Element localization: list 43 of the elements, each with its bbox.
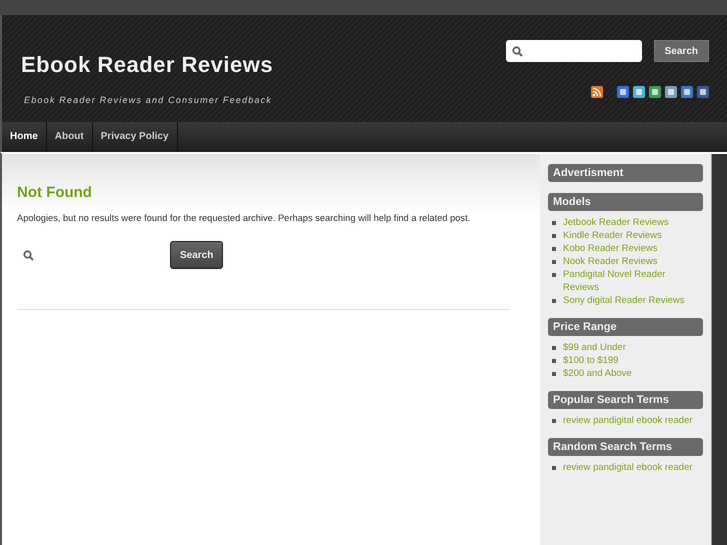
bullet-icon (552, 346, 556, 350)
bullet-icon (552, 221, 556, 225)
social-icon[interactable] (665, 86, 677, 98)
sidebar-link[interactable]: Pandigital Novel Reader Reviews (563, 268, 697, 294)
sidebar-link[interactable]: Sony digital Reader Reviews (563, 294, 684, 307)
widget-title: Popular Search Terms (548, 391, 703, 409)
social-icon[interactable] (633, 86, 645, 98)
sidebar-link[interactable]: $99 and Under (563, 341, 626, 354)
widget-title: Random Search Terms (548, 438, 703, 456)
bullet-icon (552, 260, 556, 264)
search-icon (512, 46, 523, 56)
bullet-icon (552, 299, 556, 303)
bullet-icon (552, 419, 556, 423)
search-button[interactable]: Search (654, 40, 709, 62)
site-title[interactable]: Ebook Reader Reviews (21, 52, 274, 78)
widget-title: Price Range (548, 318, 703, 336)
sidebar-link[interactable]: review pandigital ebook reader (563, 414, 692, 427)
bullet-icon (552, 234, 556, 238)
widget-title: Models (548, 193, 703, 211)
sidebar-link[interactable]: $200 and Above (563, 367, 632, 380)
sidebar-link[interactable]: Kindle Reader Reviews (563, 229, 662, 242)
message-text: Apologies, but no results were found for the requested archive. Perhaps searching will help find a related post. (17, 213, 472, 223)
search-icon (23, 250, 34, 260)
sidebar-link[interactable]: review pandigital ebook reader (563, 461, 692, 474)
sidebar-link[interactable]: Kobo Reader Reviews (563, 242, 658, 255)
rss-icon[interactable] (591, 86, 603, 98)
bullet-icon (552, 466, 556, 470)
sidebar-link[interactable]: $100 to $199 (563, 354, 618, 367)
bullet-icon (552, 359, 556, 363)
social-icon[interactable] (681, 86, 693, 98)
social-icon[interactable] (697, 86, 709, 98)
widget-title: Advertisment (548, 164, 703, 182)
bullet-icon (552, 247, 556, 251)
bullet-icon (552, 372, 556, 376)
search-button[interactable]: Search (170, 241, 224, 269)
social-icon[interactable] (649, 86, 661, 98)
bullet-icon (552, 273, 556, 277)
search-field[interactable] (506, 40, 642, 62)
tagline: Ebook Reader Reviews and Consumer Feedback (23, 95, 274, 105)
page-heading: Not Found (17, 184, 93, 201)
social-icon[interactable] (617, 86, 629, 98)
sidebar-link[interactable]: Jetbook Reader Reviews (563, 216, 669, 229)
sidebar-link[interactable]: Nook Reader Reviews (563, 255, 658, 268)
